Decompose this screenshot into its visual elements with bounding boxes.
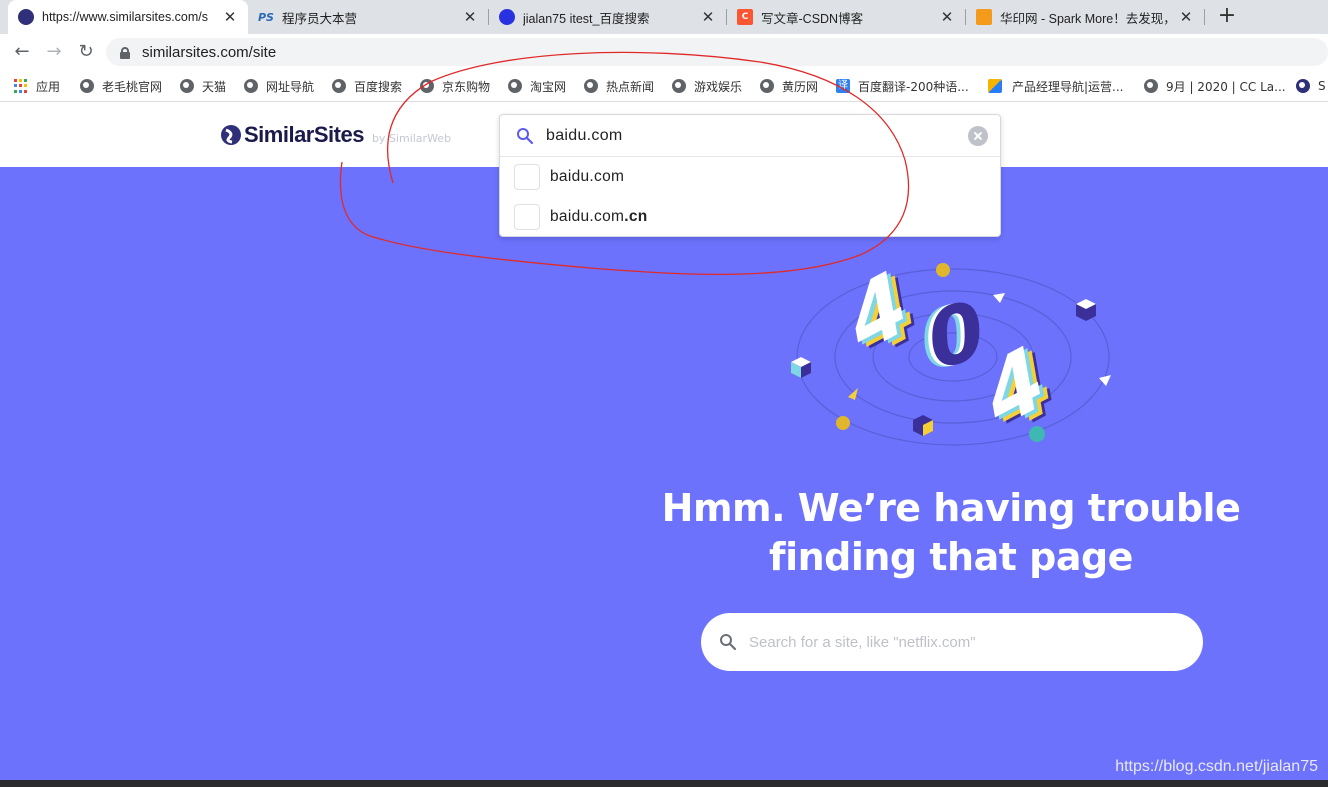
bookmark-item[interactable]: 游戏娱乐 xyxy=(672,76,742,96)
tab-similarsites[interactable]: https://www.similarsites.com/s ✕ xyxy=(8,0,248,34)
product-nav-icon xyxy=(988,79,1002,93)
tab-title: 程序员大本营 xyxy=(282,11,358,26)
header-search-input[interactable]: baidu.com xyxy=(500,115,1000,157)
error-heading: Hmm. We’re having trouble finding that p… xyxy=(651,484,1251,582)
tab-close-icon[interactable]: ✕ xyxy=(222,8,238,26)
bookmark-item[interactable]: 京东购物 xyxy=(420,76,490,96)
tab-close-icon[interactable]: ✕ xyxy=(462,8,478,26)
suggestion-item[interactable]: baidu.com.cn xyxy=(500,197,1000,237)
bookmark-apps[interactable]: 应用 xyxy=(14,76,60,96)
bookmark-label: 黄历网 xyxy=(782,79,819,94)
similarsites-logo-icon xyxy=(221,125,241,145)
reload-icon[interactable]: ↻ xyxy=(74,40,98,64)
translate-icon: 译 xyxy=(836,79,850,93)
tab-close-icon[interactable]: ✕ xyxy=(1178,8,1194,26)
tab-close-icon[interactable]: ✕ xyxy=(700,8,716,26)
bookmark-item[interactable]: 老毛桃官网 xyxy=(80,76,162,96)
bookmark-label: 天猫 xyxy=(202,79,227,94)
suggestion-label: baidu.com xyxy=(550,168,625,185)
globe-icon xyxy=(672,79,686,93)
bookmark-item[interactable]: 淘宝网 xyxy=(508,76,566,96)
globe-icon xyxy=(244,79,258,93)
tab-close-icon[interactable]: ✕ xyxy=(939,8,955,26)
csdn-favicon-icon: C xyxy=(737,9,753,25)
search-value[interactable]: baidu.com xyxy=(546,127,968,145)
globe-icon xyxy=(508,79,522,93)
globe-icon xyxy=(80,79,94,93)
tab-separator xyxy=(1204,9,1205,25)
globe-icon xyxy=(1144,79,1158,93)
site-logo[interactable]: SimilarSites by SimilarWeb xyxy=(220,122,451,148)
bookmark-item[interactable]: 网址导航 xyxy=(244,76,314,96)
bookmark-item[interactable]: 百度搜索 xyxy=(332,76,402,96)
baidu-paw-icon xyxy=(499,9,515,25)
site-favicon-placeholder xyxy=(514,204,540,230)
tab-baidu-search[interactable]: jialan75 itest_百度搜索 ✕ xyxy=(489,0,726,34)
bookmark-label: 京东购物 xyxy=(442,79,491,94)
suggestion-label: baidu.com.cn xyxy=(550,208,648,225)
404-digit-1: 4 xyxy=(842,247,912,377)
back-arrow-icon[interactable]: ← xyxy=(10,40,34,64)
globe-icon xyxy=(420,79,434,93)
clear-search-icon[interactable] xyxy=(968,125,988,146)
bookmark-item[interactable]: 热点新闻 xyxy=(584,76,654,96)
site-search-box[interactable]: Search for a site, like "netflix.com" xyxy=(701,613,1203,671)
error-heading-line2: finding that page xyxy=(769,535,1133,579)
bookmark-label: 9月 | 2020 | CC La... xyxy=(1166,79,1286,94)
bookmark-item[interactable]: 天猫 xyxy=(180,76,226,96)
ps-favicon-icon: PS xyxy=(258,10,274,24)
browser-toolbar: ← → ↻ similarsites.com/site xyxy=(0,34,1328,70)
tab-huayin[interactable]: 华印网 - Spark More！去发现， ✕ xyxy=(966,0,1204,34)
bookmark-item[interactable]: 黄历网 xyxy=(760,76,818,96)
bookmark-label: 网址导航 xyxy=(266,79,315,94)
search-dropdown: baidu.com baidu.com baidu.com.cn xyxy=(499,114,1001,237)
404-digit-3: 4 xyxy=(979,322,1049,452)
tab-programmer-camp[interactable]: PS 程序员大本营 ✕ xyxy=(248,0,488,34)
tab-title: jialan75 itest_百度搜索 xyxy=(523,11,650,26)
bookmark-item[interactable]: 产品经理导航|运营... xyxy=(988,76,1124,96)
search-icon xyxy=(720,634,737,651)
bookmark-label: 百度搜索 xyxy=(354,79,403,94)
bookmark-item[interactable]: S xyxy=(1296,76,1326,96)
huayin-favicon-icon xyxy=(976,9,992,25)
watermark: https://blog.csdn.net/jialan75 xyxy=(1115,758,1318,775)
address-bar[interactable]: similarsites.com/site xyxy=(106,38,1328,66)
site-search-placeholder[interactable]: Search for a site, like "netflix.com" xyxy=(749,634,976,651)
bookmark-label: 热点新闻 xyxy=(606,79,655,94)
forward-arrow-icon[interactable]: → xyxy=(42,40,66,64)
footer-bar xyxy=(0,780,1328,787)
suggestion-item[interactable]: baidu.com xyxy=(500,157,1000,197)
tab-csdn[interactable]: C 写文章-CSDN博客 ✕ xyxy=(727,0,965,34)
lock-icon xyxy=(120,46,130,59)
logo-by: by SimilarWeb xyxy=(371,131,452,145)
bookmark-item[interactable]: 译 百度翻译-200种语... xyxy=(836,76,969,96)
tab-title: https://www.similarsites.com/s xyxy=(42,10,209,24)
new-tab-button[interactable]: + xyxy=(1215,5,1239,29)
error-heading-line1: Hmm. We’re having trouble xyxy=(661,486,1241,530)
site-favicon-placeholder xyxy=(514,164,540,190)
bookmark-label: 淘宝网 xyxy=(530,79,567,94)
globe-icon xyxy=(760,79,774,93)
globe-icon xyxy=(584,79,598,93)
404-digit-2: 0 xyxy=(926,282,985,389)
bookmark-label: 产品经理导航|运营... xyxy=(1012,79,1124,94)
tab-title: 写文章-CSDN博客 xyxy=(761,11,864,26)
bookmark-label: 游戏娱乐 xyxy=(694,79,743,94)
bookmarks-bar: 应用 老毛桃官网 天猫 网址导航 百度搜索 京东购物 淘宝网 热点新闻 游戏娱乐… xyxy=(0,70,1328,102)
logo-name: SimilarSites xyxy=(244,122,364,147)
tab-strip: https://www.similarsites.com/s ✕ PS 程序员大… xyxy=(0,0,1328,34)
bookmark-label: S xyxy=(1318,79,1326,93)
globe-icon xyxy=(180,79,194,93)
apps-grid-icon xyxy=(14,79,28,93)
search-icon xyxy=(517,127,534,144)
similarsites-favicon-icon xyxy=(18,9,34,25)
bookmark-label: 百度翻译-200种语... xyxy=(858,79,969,94)
bookmark-item[interactable]: 9月 | 2020 | CC La... xyxy=(1144,76,1286,96)
address-url[interactable]: similarsites.com/site xyxy=(142,44,276,61)
bookmark-label: 老毛桃官网 xyxy=(102,79,163,94)
globe-icon xyxy=(332,79,346,93)
bookmark-label: 应用 xyxy=(36,79,61,94)
similarsites-bookmark-icon xyxy=(1296,79,1310,93)
tab-title: 华印网 - Spark More！去发现， xyxy=(1000,11,1172,26)
